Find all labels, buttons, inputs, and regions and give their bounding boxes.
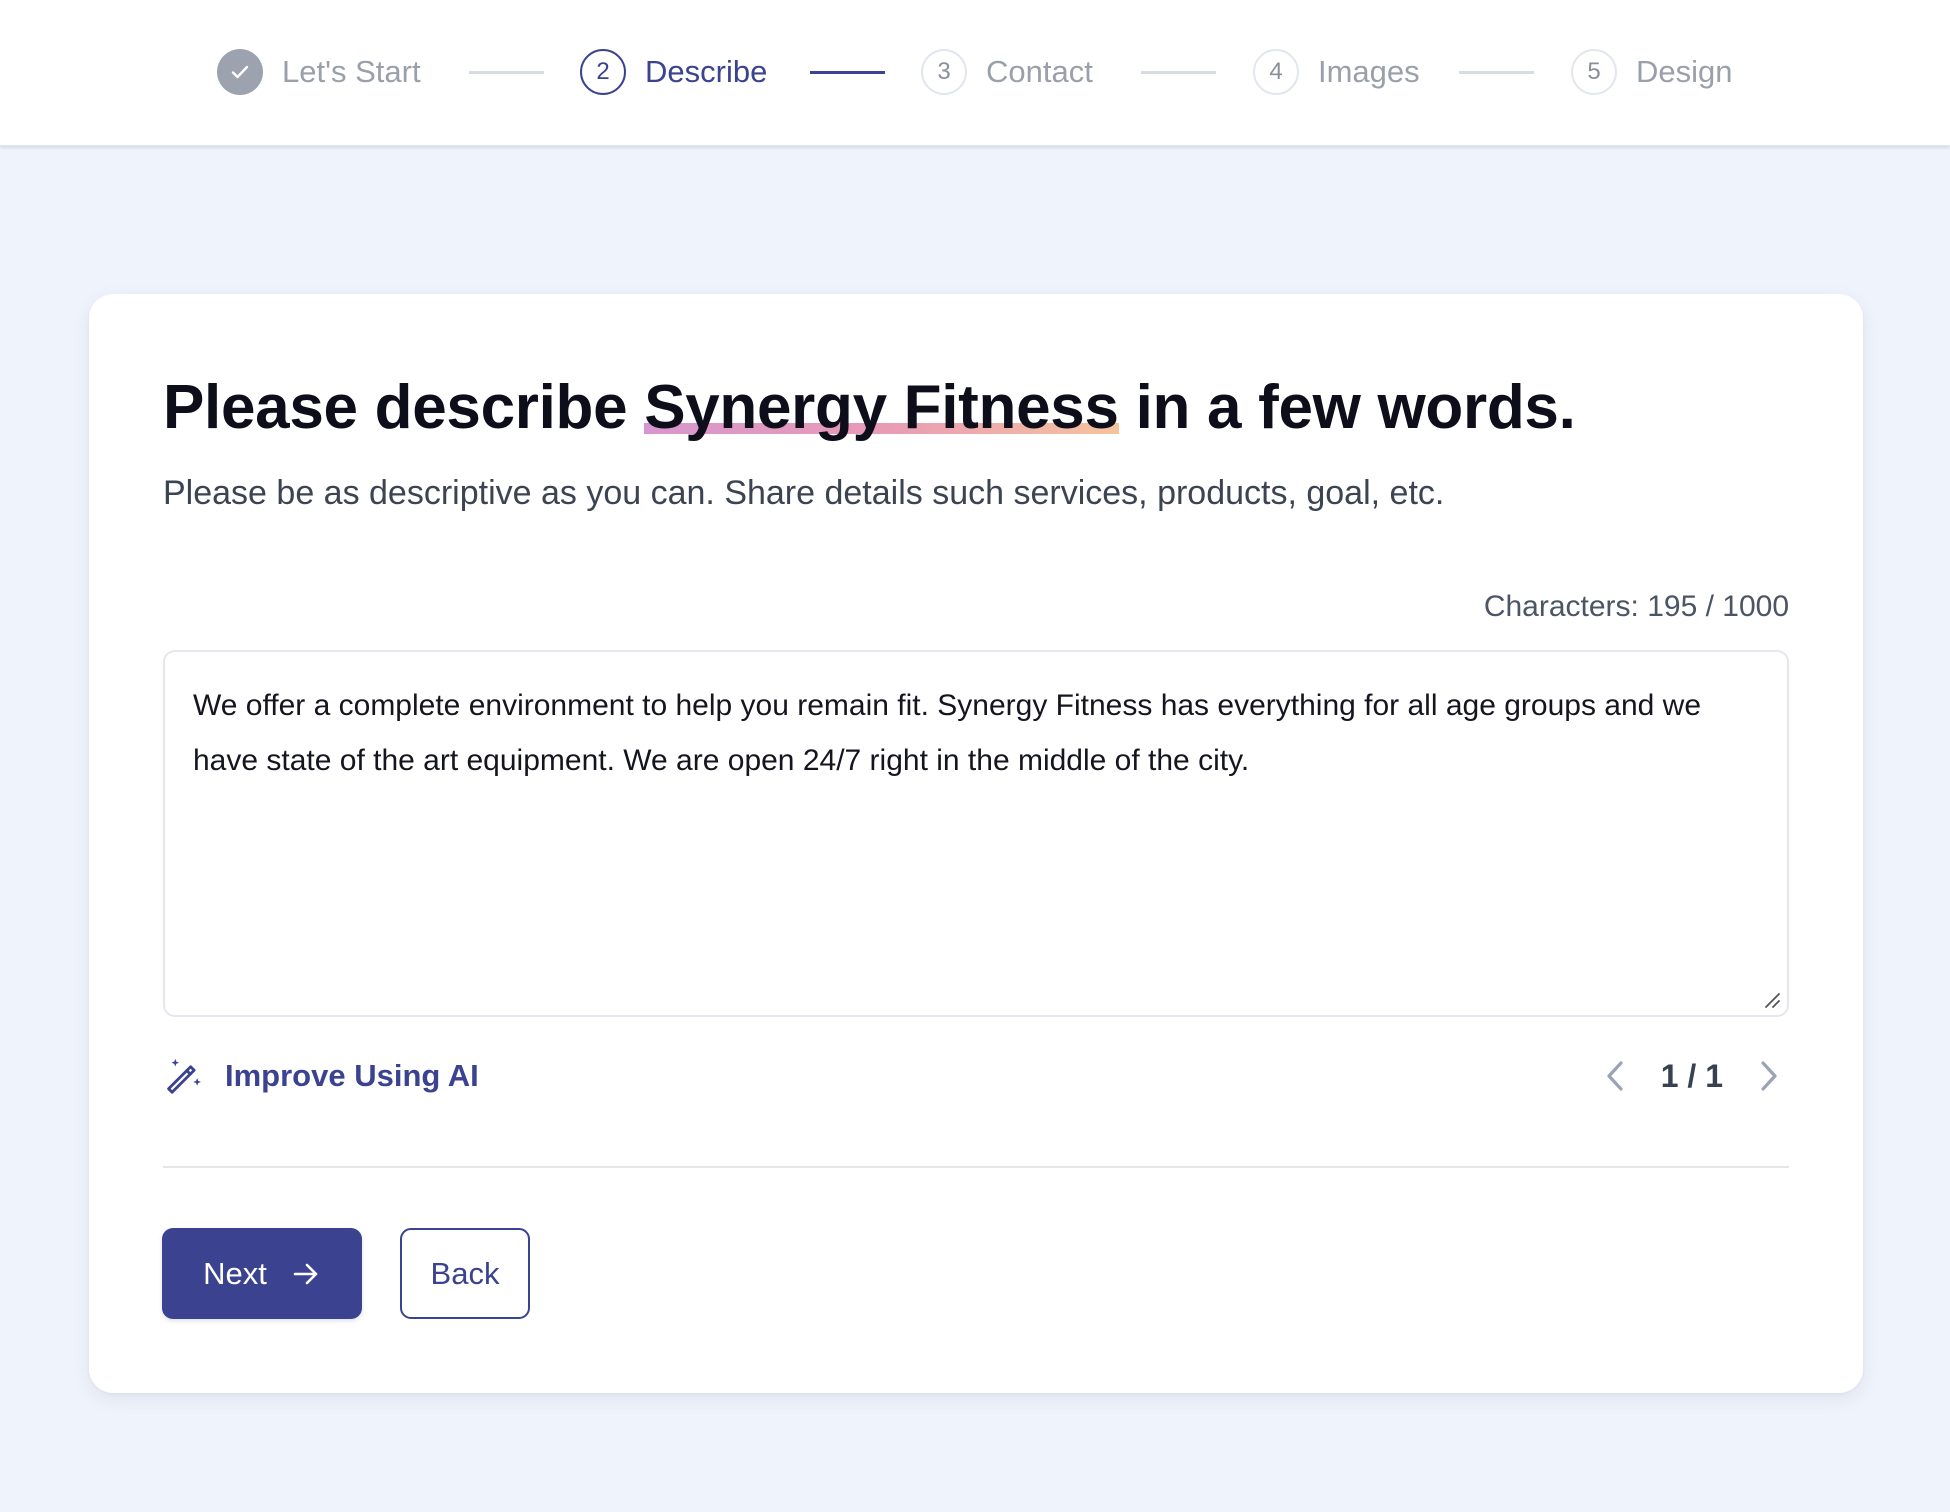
title-suffix: in a few words.	[1118, 373, 1576, 442]
header: Let's Start 2 Describe 3 Contact 4 Image…	[0, 0, 1950, 146]
next-button[interactable]: Next	[162, 1228, 362, 1319]
page-title: Please describe Synergy Fitness in a few…	[163, 372, 1576, 443]
step-number: 3	[921, 49, 967, 95]
magic-wand-icon	[167, 1058, 201, 1094]
step-label: Describe	[645, 54, 768, 89]
previous-suggestion-button[interactable]	[1595, 1052, 1635, 1100]
step-connector	[469, 71, 544, 74]
title-prefix: Please describe	[163, 373, 645, 442]
back-button[interactable]: Back	[400, 1228, 530, 1319]
suggestion-page-indicator: 1 / 1	[1660, 1057, 1723, 1094]
description-field-wrapper	[163, 650, 1789, 1017]
step-connector	[810, 71, 885, 74]
step-label: Design	[1636, 54, 1733, 89]
step-label: Let's Start	[282, 54, 421, 89]
description-textarea[interactable]	[165, 652, 1787, 1015]
divider	[163, 1166, 1789, 1168]
step-number: 2	[580, 49, 626, 95]
arrow-right-icon	[293, 1263, 318, 1284]
suggestion-pager: 1 / 1	[1595, 1052, 1789, 1100]
improve-using-ai-label: Improve Using AI	[225, 1058, 479, 1093]
business-name-highlight: Synergy Fitness	[644, 373, 1119, 442]
next-button-label: Next	[203, 1255, 267, 1291]
step-connector	[1459, 71, 1534, 74]
step-contact[interactable]: 3 Contact	[921, 48, 1093, 96]
step-describe[interactable]: 2 Describe	[580, 48, 767, 96]
step-number: 4	[1253, 49, 1299, 95]
describe-card: Please describe Synergy Fitness in a few…	[89, 294, 1863, 1393]
step-label: Images	[1318, 54, 1420, 89]
resize-handle-icon[interactable]	[1763, 991, 1781, 1009]
back-button-label: Back	[430, 1255, 500, 1291]
next-suggestion-button[interactable]	[1749, 1052, 1789, 1100]
step-images[interactable]: 4 Images	[1253, 48, 1420, 96]
chevron-right-icon	[1761, 1061, 1777, 1091]
step-number: 5	[1571, 49, 1617, 95]
chevron-left-icon	[1607, 1061, 1623, 1091]
check-icon	[217, 49, 263, 95]
step-label: Contact	[986, 54, 1093, 89]
step-lets-start[interactable]: Let's Start	[217, 48, 421, 96]
step-design[interactable]: 5 Design	[1571, 48, 1733, 96]
improve-using-ai-button[interactable]: Improve Using AI	[163, 1052, 479, 1100]
step-connector	[1141, 71, 1216, 74]
page-subtitle: Please be as descriptive as you can. Sha…	[163, 474, 1445, 512]
stepper: Let's Start 2 Describe 3 Contact 4 Image…	[0, 0, 1950, 146]
character-counter: Characters: 195 / 1000	[1483, 590, 1789, 623]
